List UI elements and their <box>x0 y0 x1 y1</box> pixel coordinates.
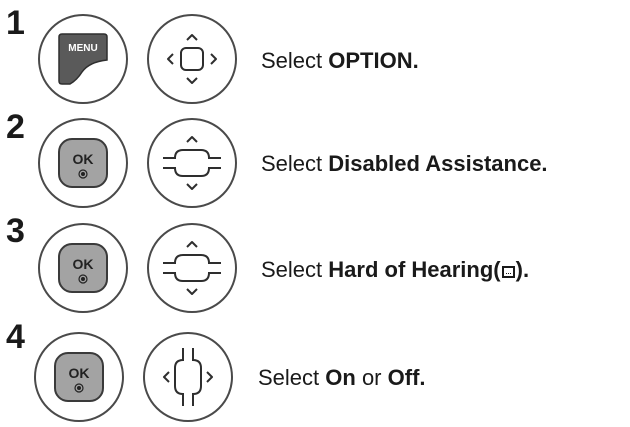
up-down-nav-icon <box>147 118 237 208</box>
step-4: 4 OK Select On or Off. <box>0 316 630 422</box>
menu-key-icon: MENU <box>38 14 128 104</box>
instruction-prefix: Select <box>258 365 326 390</box>
step-number: 2 <box>6 108 25 146</box>
step-number: 1 <box>6 4 25 42</box>
step-2: 2 OK Select Disabled Assistance. <box>0 108 630 213</box>
ok-button-icon: OK <box>38 223 128 313</box>
step-1: 1 MENU Select OPTION. <box>0 0 630 105</box>
instruction-target: OPTION. <box>328 48 419 73</box>
option-off: Off. <box>387 365 426 390</box>
up-down-nav-icon <box>147 223 237 313</box>
instruction-connector: or <box>355 365 388 390</box>
ok-button-icon: OK <box>34 332 124 422</box>
menu-key-label: MENU <box>68 43 97 54</box>
step-3-instruction: Select Hard of Hearing(). <box>261 259 529 281</box>
instruction-target-b: ). <box>515 257 530 282</box>
instruction-target: Disabled Assistance. <box>328 151 548 176</box>
step-3: 3 OK Select Hard of Hearing(). <box>0 210 630 315</box>
instruction-prefix: Select <box>261 257 329 282</box>
step-number: 3 <box>6 212 25 250</box>
instruction-target-a: Hard of Hearing( <box>328 257 501 282</box>
ok-button-icon: OK <box>38 118 128 208</box>
ok-label: OK <box>69 365 90 381</box>
step-number: 4 <box>6 318 25 356</box>
step-4-instruction: Select On or Off. <box>258 367 426 389</box>
four-way-nav-icon <box>147 14 237 104</box>
ok-label: OK <box>73 151 94 167</box>
step-1-instruction: Select OPTION. <box>261 50 419 72</box>
left-right-nav-icon <box>143 332 233 422</box>
step-2-instruction: Select Disabled Assistance. <box>261 153 548 175</box>
instruction-prefix: Select <box>261 151 329 176</box>
subtitle-icon <box>501 266 515 278</box>
option-on: On <box>325 365 356 390</box>
instruction-target: Hard of Hearing(). <box>328 257 529 282</box>
instruction-prefix: Select <box>261 48 329 73</box>
ok-label: OK <box>73 256 94 272</box>
